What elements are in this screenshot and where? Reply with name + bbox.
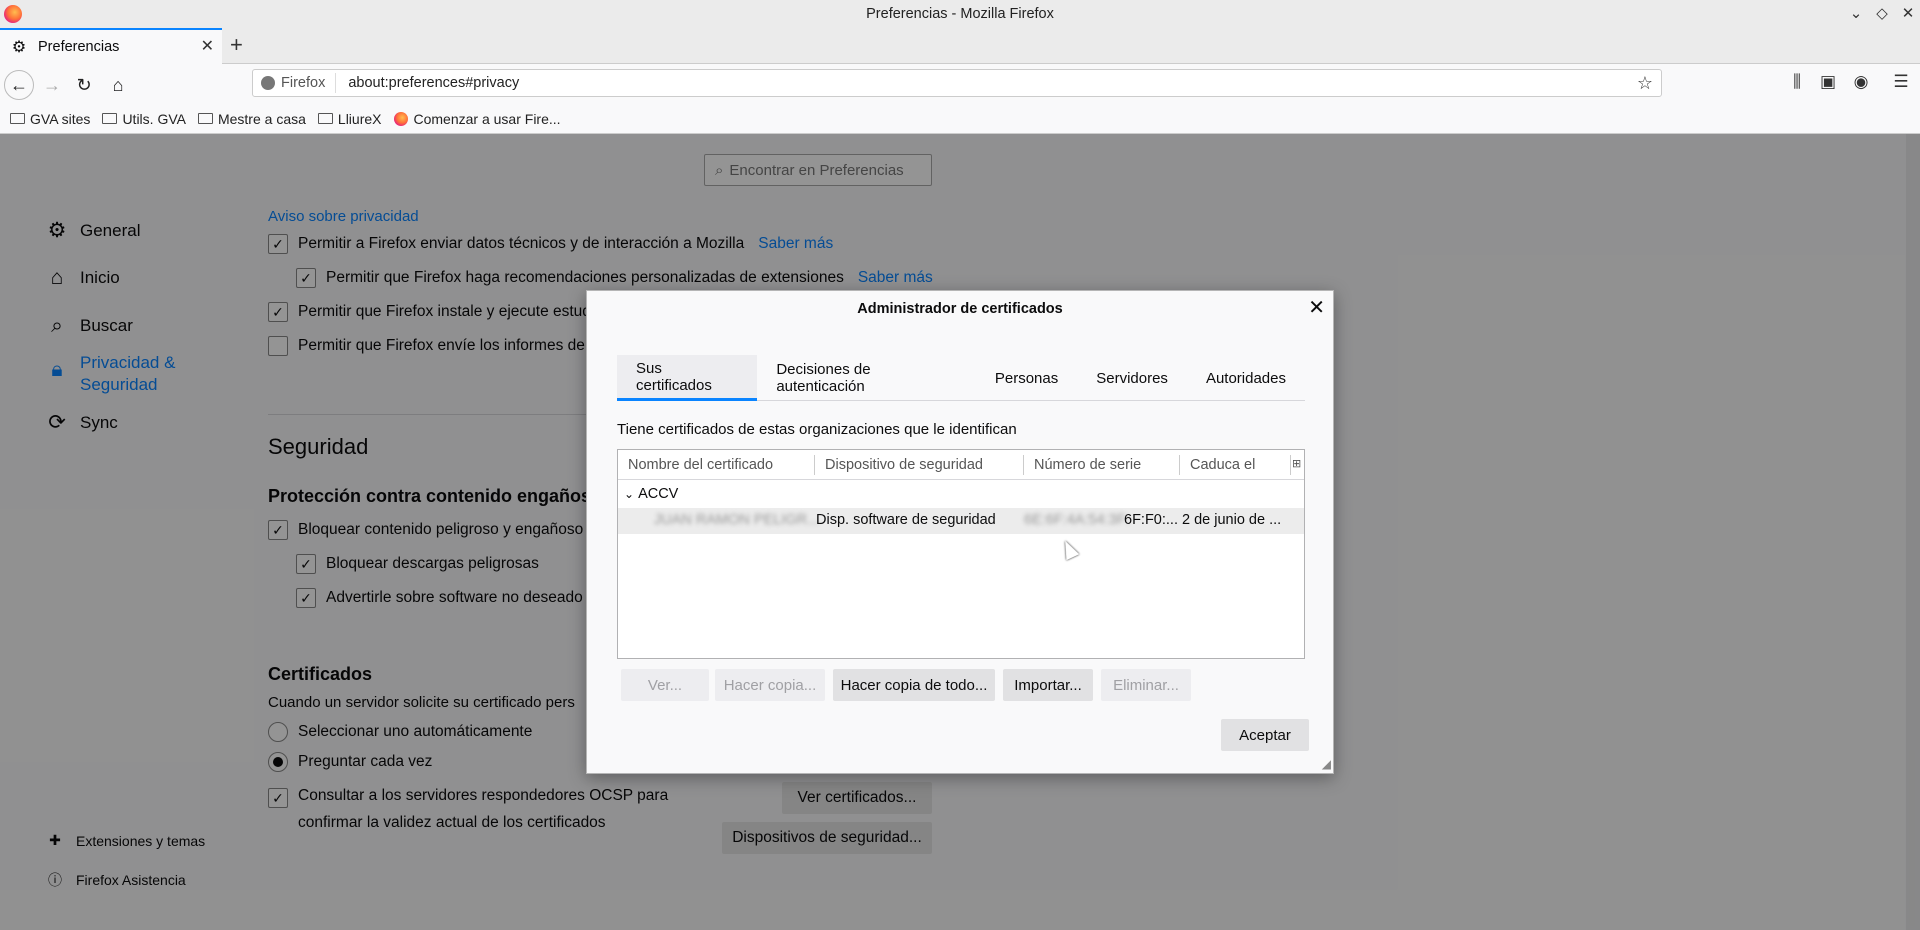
- view-button[interactable]: Ver...: [621, 669, 709, 701]
- new-tab-icon[interactable]: +: [230, 32, 243, 58]
- identity-box[interactable]: Firefox: [253, 73, 337, 93]
- tab-preferences[interactable]: ⚙ Preferencias ✕: [0, 28, 222, 64]
- dialog-tabs: Sus certificados Decisiones de autentica…: [617, 355, 1305, 401]
- maximize-icon[interactable]: ◇: [1872, 4, 1892, 22]
- back-icon[interactable]: ←: [4, 70, 34, 100]
- menu-icon[interactable]: ☰: [1888, 72, 1914, 92]
- cert-name-cell: JUAN RAMON PELIGR...: [654, 512, 820, 528]
- certificate-tree[interactable]: Nombre del certificado Dispositivo de se…: [617, 449, 1305, 659]
- close-window-icon[interactable]: ✕: [1898, 4, 1918, 22]
- tab-people[interactable]: Personas: [976, 355, 1077, 401]
- column-certificate-name[interactable]: Nombre del certificado: [628, 457, 773, 473]
- delete-button[interactable]: Eliminar...: [1101, 669, 1191, 701]
- folder-icon: [102, 113, 118, 124]
- table-row[interactable]: JUAN RAMON PELIGR... Disp. software de s…: [618, 508, 1304, 534]
- url-text[interactable]: about:preferences#privacy: [336, 75, 519, 91]
- dialog-title: Administrador de certificados: [857, 301, 1063, 317]
- serial-cell: 6F:F0:...: [1124, 512, 1178, 528]
- chevron-down-icon[interactable]: ⌄: [624, 487, 634, 501]
- serial-prefix-cell: 6E:6F:4A:54:3F:: [1024, 512, 1130, 528]
- bookmark-gva-sites[interactable]: GVA sites: [10, 111, 90, 127]
- bookmark-lliurex[interactable]: LliureX: [317, 110, 382, 127]
- bookmark-label: Mestre a casa: [217, 110, 306, 127]
- expires-cell: 2 de junio de ...: [1182, 512, 1282, 528]
- tab-your-certificates[interactable]: Sus certificados: [617, 355, 758, 401]
- column-security-device[interactable]: Dispositivo de seguridad: [825, 457, 983, 473]
- accept-button[interactable]: Aceptar: [1221, 719, 1309, 751]
- close-tab-icon[interactable]: ✕: [201, 36, 214, 56]
- device-cell: Disp. software de seguridad: [816, 512, 996, 528]
- bookmark-mestre-a-casa[interactable]: Mestre a casa: [197, 110, 306, 127]
- bookmark-label: LliureX: [337, 110, 382, 127]
- url-bar[interactable]: Firefox about:preferences#privacy ☆: [252, 69, 1662, 97]
- tab-authorities[interactable]: Autoridades: [1187, 355, 1305, 401]
- firefox-icon: [393, 111, 408, 126]
- backup-all-button[interactable]: Hacer copia de todo...: [833, 669, 995, 701]
- import-button[interactable]: Importar...: [1003, 669, 1093, 701]
- reload-icon[interactable]: ↻: [70, 71, 98, 99]
- folder-icon: [10, 113, 25, 124]
- gear-icon: ⚙: [11, 39, 27, 56]
- folder-icon: [197, 113, 213, 124]
- forward-icon[interactable]: →: [38, 71, 66, 99]
- bookmark-label: Utils. GVA: [122, 110, 186, 127]
- scrollbar-thumb[interactable]: [1909, 750, 1915, 926]
- close-icon[interactable]: ✕: [1308, 295, 1325, 320]
- tab-servers[interactable]: Servidores: [1077, 355, 1187, 401]
- bookmark-label: GVA sites: [30, 110, 91, 127]
- window-titlebar: Preferencias - Mozilla Firefox ⌄ ◇ ✕: [0, 0, 1920, 28]
- folder-icon: [317, 113, 333, 124]
- tab-strip: ⚙ Preferencias ✕ +: [0, 28, 1920, 64]
- certificate-manager-dialog: Administrador de certificados ✕ Sus cert…: [586, 290, 1334, 774]
- column-serial-number[interactable]: Número de serie: [1034, 457, 1141, 473]
- firefox-logo-icon: [4, 5, 22, 23]
- backup-button[interactable]: Hacer copia...: [715, 669, 825, 701]
- group-label: ACCV: [638, 486, 679, 502]
- column-picker-icon[interactable]: ⊞: [1292, 457, 1301, 470]
- resize-grip-icon[interactable]: ◢: [1322, 757, 1331, 771]
- bookmark-star-icon[interactable]: ☆: [1637, 73, 1653, 94]
- bookmark-getting-started[interactable]: Comenzar a usar Fire...: [393, 110, 561, 127]
- bookmark-utils-gva[interactable]: Utils. GVA: [102, 111, 186, 127]
- minimize-icon[interactable]: ⌄: [1846, 4, 1866, 22]
- tab-authentication-decisions[interactable]: Decisiones de autenticación: [757, 355, 976, 401]
- navigation-bar: ← → ↻ ⌂ Firefox about:preferences#privac…: [0, 64, 1920, 102]
- bookmark-label: Comenzar a usar Fire...: [413, 110, 561, 127]
- info-icon: [261, 76, 275, 90]
- tree-header: Nombre del certificado Dispositivo de se…: [618, 450, 1304, 480]
- tab-label: Preferencias: [38, 39, 120, 55]
- home-icon[interactable]: ⌂: [104, 71, 132, 99]
- window-title: Preferencias - Mozilla Firefox: [866, 6, 1054, 22]
- dialog-description: Tiene certificados de estas organizacion…: [617, 421, 1017, 438]
- identity-label: Firefox: [281, 75, 326, 91]
- library-icon[interactable]: ⫼: [1784, 72, 1810, 92]
- sidebar-icon[interactable]: ▣: [1815, 72, 1841, 92]
- tree-group-accv[interactable]: ⌄ ACCV: [624, 486, 678, 502]
- bookmarks-toolbar: GVA sites Utils. GVA Mestre a casa Lliur…: [0, 104, 1920, 134]
- account-icon[interactable]: ◉: [1848, 72, 1874, 92]
- column-expires[interactable]: Caduca el: [1190, 457, 1255, 473]
